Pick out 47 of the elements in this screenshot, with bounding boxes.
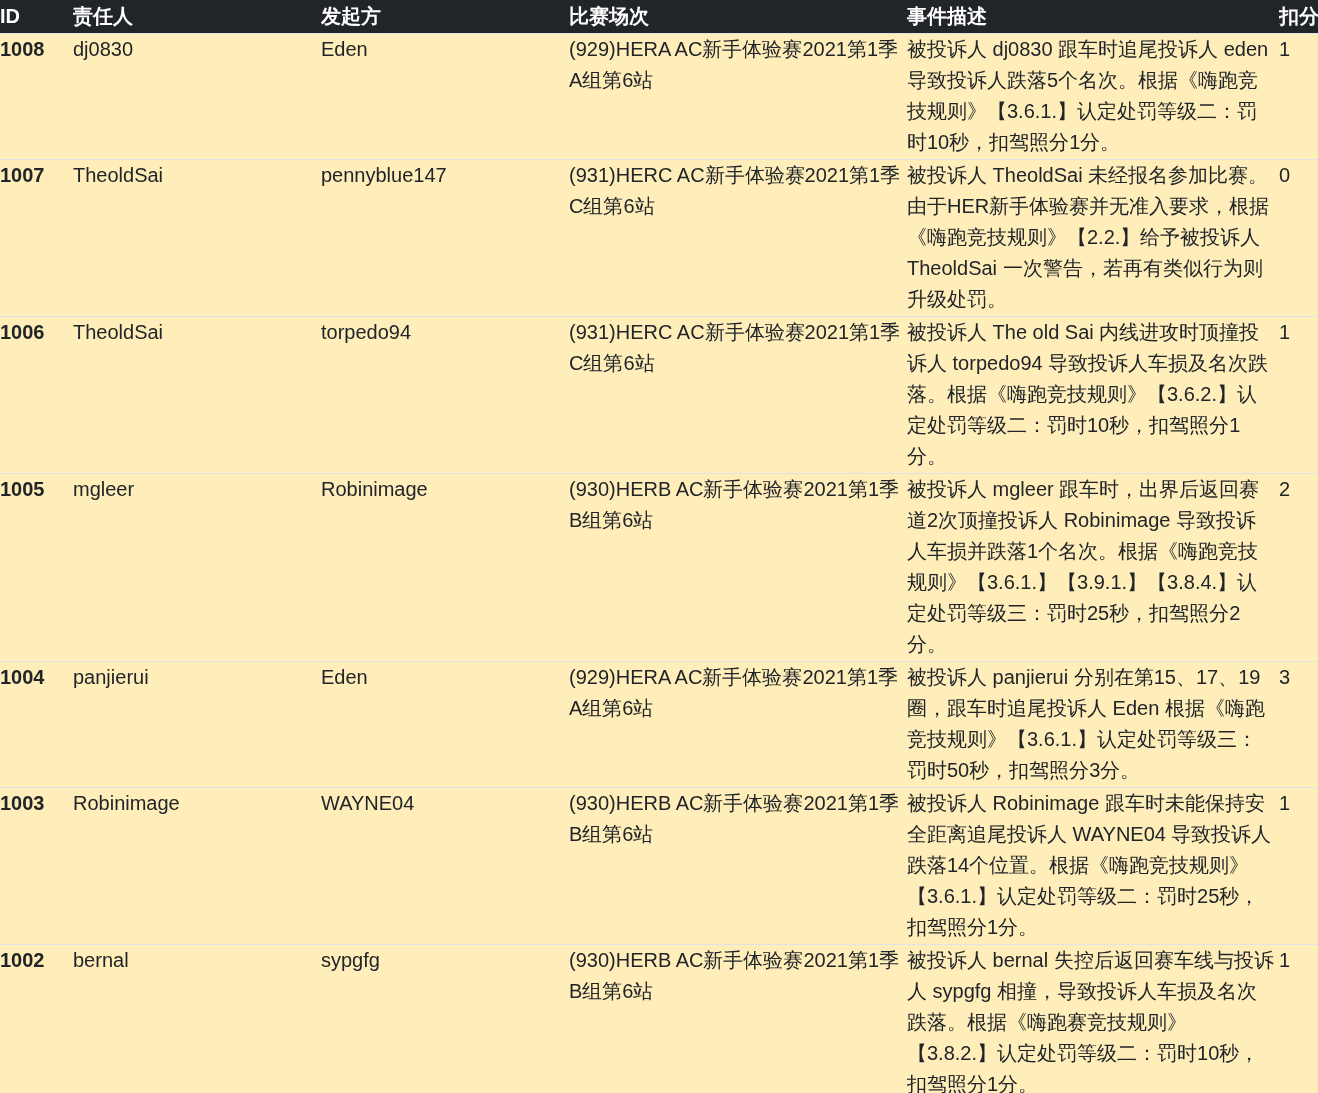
description-cell: 被投诉人 panjierui 分别在第15、17、19圈，跟车时追尾投诉人 Eden 根据《嗨跑竞技规则》【3.6.1.】认定处罚等级三：罚时50秒，扣驾照分3分。 <box>907 665 1265 781</box>
id-cell: 1006 <box>0 320 45 343</box>
column-header: 事件描述 <box>907 0 1279 33</box>
column-header: ID <box>0 0 73 33</box>
column-header: 比赛场次 <box>569 0 907 33</box>
initiator-cell: Robinimage <box>321 477 428 500</box>
points-cell: 1 <box>1279 948 1291 971</box>
points-cell: 1 <box>1279 791 1291 814</box>
description-cell: 被投诉人 mgleer 跟车时，出界后返回赛道2次顶撞投诉人 Robinimage 导致投诉人车损并跌落1个名次。根据《嗨跑竞技规则》【3.6.1.】【3.9.1.】【3.8.4.】认定处罚等级三：罚时25秒，扣驾照分2分。 <box>907 477 1260 655</box>
initiator-cell: Eden <box>321 37 368 60</box>
column-header: 发起方 <box>321 0 569 33</box>
id-cell: 1003 <box>0 791 45 814</box>
match-cell: (930)HERB AC新手体验赛2021第1季B组第6站 <box>569 948 900 1002</box>
responsible-cell: TheoldSai <box>73 163 164 186</box>
responsible-cell: TheoldSai <box>73 320 164 343</box>
initiator-cell: pennyblue147 <box>321 163 447 186</box>
initiator-cell: torpedo94 <box>321 320 412 343</box>
description-cell: 被投诉人 dj0830 跟车时追尾投诉人 eden 导致投诉人跌落5个名次。根据《嗨跑竞技规则》【3.6.1.】认定处罚等级二：罚时10秒，扣驾照分1分。 <box>907 37 1269 153</box>
match-cell: (930)HERB AC新手体验赛2021第1季B组第6站 <box>569 791 900 845</box>
points-cell: 0 <box>1279 163 1291 186</box>
description-cell: 被投诉人 TheoldSai 未经报名参加比赛。由于HER新手体验赛并无准入要求，根据《嗨跑竞技规则》【2.2.】给予被投诉人 TheoldSai 一次警告，若再有类似行为则升级处罚。 <box>907 163 1270 310</box>
responsible-cell: panjierui <box>73 665 149 688</box>
points-cell: 1 <box>1279 320 1291 343</box>
description-cell: 被投诉人 bernal 失控后返回赛车线与投诉人 sypgfg 相撞，导致投诉人车损及名次跌落。根据《嗨跑赛竞技规则》【3.8.2.】认定处罚等级二：罚时10秒，扣驾照分1分。 <box>907 948 1274 1093</box>
responsible-cell: dj0830 <box>73 37 134 60</box>
responsible-cell: mgleer <box>73 477 135 500</box>
id-cell: 1008 <box>0 37 45 60</box>
responsible-cell: bernal <box>73 948 129 971</box>
match-cell: (931)HERC AC新手体验赛2021第1季C组第6站 <box>569 320 901 374</box>
responsible-cell: Robinimage <box>73 791 180 814</box>
points-cell: 2 <box>1279 477 1291 500</box>
initiator-cell: WAYNE04 <box>321 791 415 814</box>
description-cell: 被投诉人 Robinimage 跟车时未能保持安全距离追尾投诉人 WAYNE04 导致投诉人跌落14个位置。根据《嗨跑竞技规则》【3.6.1.】认定处罚等级二：罚时25秒，扣驾照分1分。 <box>907 791 1272 938</box>
match-cell: (931)HERC AC新手体验赛2021第1季C组第6站 <box>569 163 901 217</box>
id-cell: 1005 <box>0 477 45 500</box>
points-cell: 1 <box>1279 37 1291 60</box>
id-cell: 1004 <box>0 665 45 688</box>
points-cell: 3 <box>1279 665 1291 688</box>
initiator-cell: sypgfg <box>321 948 380 971</box>
initiator-cell: Eden <box>321 665 368 688</box>
match-cell: (929)HERA AC新手体验赛2021第1季A组第6站 <box>569 37 898 91</box>
column-header: 责任人 <box>73 0 321 33</box>
description-cell: 被投诉人 The old Sai 内线进攻时顶撞投诉人 torpedo94 导致投诉人车损及名次跌落。根据《嗨跑竞技规则》【3.6.2.】认定处罚等级二：罚时10秒，扣驾照分1分。 <box>907 320 1269 467</box>
id-cell: 1007 <box>0 163 45 186</box>
id-cell: 1002 <box>0 948 45 971</box>
match-cell: (930)HERB AC新手体验赛2021第1季B组第6站 <box>569 477 900 531</box>
match-cell: (929)HERA AC新手体验赛2021第1季A组第6站 <box>569 665 898 719</box>
